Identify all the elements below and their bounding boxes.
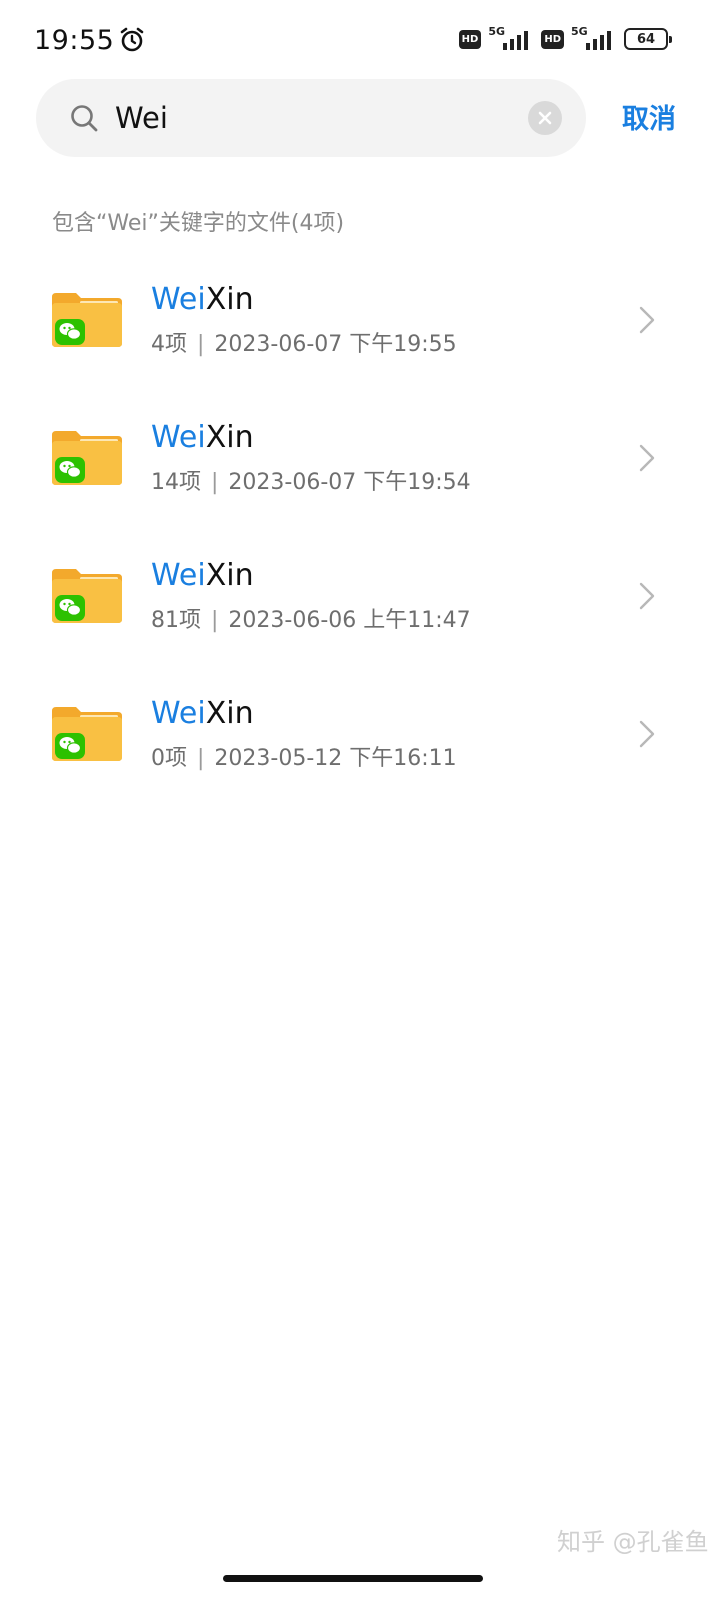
signal-bars-icon: [586, 31, 611, 50]
status-time: 19:55: [34, 24, 115, 56]
meta-separator: |: [197, 332, 205, 357]
item-count: 0项: [151, 746, 187, 771]
item-name: WeiXin: [151, 558, 254, 593]
watermark: 知乎 @孔雀鱼: [557, 1528, 709, 1556]
chevron-right-icon: [639, 444, 655, 472]
list-item[interactable]: WeiXin 14项 | 2023-06-07 下午19:54: [0, 386, 720, 524]
hd-badge: HD: [458, 29, 482, 49]
chevron-right-icon: [639, 720, 655, 748]
status-bar: 19:55 HD 5G HD 5G 64: [0, 0, 720, 80]
item-name: WeiXin: [151, 420, 254, 455]
item-count: 14项: [151, 470, 201, 495]
item-name: WeiXin: [151, 696, 254, 731]
signal-icon: 5G: [571, 25, 617, 53]
list-item[interactable]: WeiXin 0项 | 2023-05-12 下午16:11: [0, 662, 720, 800]
item-count: 81项: [151, 608, 201, 633]
chevron-right-icon: [639, 306, 655, 334]
list-item[interactable]: WeiXin 81项 | 2023-06-06 上午11:47: [0, 524, 720, 662]
meta-separator: |: [211, 470, 219, 495]
item-date: 2023-05-12 下午16:11: [214, 746, 457, 771]
item-name: WeiXin: [151, 282, 254, 317]
item-count: 4项: [151, 332, 187, 357]
name-rest: Xin: [205, 420, 254, 455]
home-indicator[interactable]: [223, 1575, 483, 1582]
item-meta: 14项 | 2023-06-07 下午19:54: [151, 464, 471, 496]
chevron-right-icon: [639, 582, 655, 610]
wechat-folder-icon: [52, 569, 122, 623]
search-icon: [71, 105, 98, 132]
name-highlight: Wei: [151, 558, 206, 593]
results-header: 包含“Wei”关键字的文件(4项): [52, 211, 345, 236]
name-rest: Xin: [205, 558, 254, 593]
item-meta: 81项 | 2023-06-06 上午11:47: [151, 602, 471, 634]
clock-group: 19:55: [34, 22, 146, 58]
battery-icon: 64: [624, 28, 672, 50]
name-rest: Xin: [205, 282, 254, 317]
hd-badge: HD: [541, 29, 564, 49]
item-date: 2023-06-07 下午19:55: [214, 332, 457, 357]
clear-search-button[interactable]: [528, 101, 562, 135]
search-results-list: WeiXin 4项 | 2023-06-07 下午19:55 WeiXin 14项 |…: [0, 248, 720, 800]
alarm-icon: [121, 27, 144, 52]
name-highlight: Wei: [151, 696, 206, 731]
name-highlight: Wei: [151, 420, 206, 455]
cancel-button[interactable]: 取消: [622, 97, 676, 136]
meta-separator: |: [197, 746, 205, 771]
name-highlight: Wei: [151, 282, 206, 317]
search-bar[interactable]: [36, 79, 586, 157]
item-date: 2023-06-06 上午11:47: [228, 608, 471, 633]
item-meta: 0项 | 2023-05-12 下午16:11: [151, 740, 457, 772]
search-input[interactable]: [115, 93, 515, 143]
close-icon: [538, 111, 552, 125]
signal-icon: 5G: [488, 25, 534, 53]
item-meta: 4项 | 2023-06-07 下午19:55: [151, 326, 457, 358]
battery-level: 64: [636, 31, 656, 47]
name-rest: Xin: [205, 696, 254, 731]
list-item[interactable]: WeiXin 4项 | 2023-06-07 下午19:55: [0, 248, 720, 386]
signal-bars-icon: [503, 31, 529, 50]
wechat-folder-icon: [52, 431, 122, 485]
wechat-folder-icon: [52, 293, 122, 347]
system-icons: HD 5G HD 5G 64: [458, 24, 672, 54]
meta-separator: |: [211, 608, 219, 633]
item-date: 2023-06-07 下午19:54: [228, 470, 471, 495]
wechat-folder-icon: [52, 707, 122, 761]
